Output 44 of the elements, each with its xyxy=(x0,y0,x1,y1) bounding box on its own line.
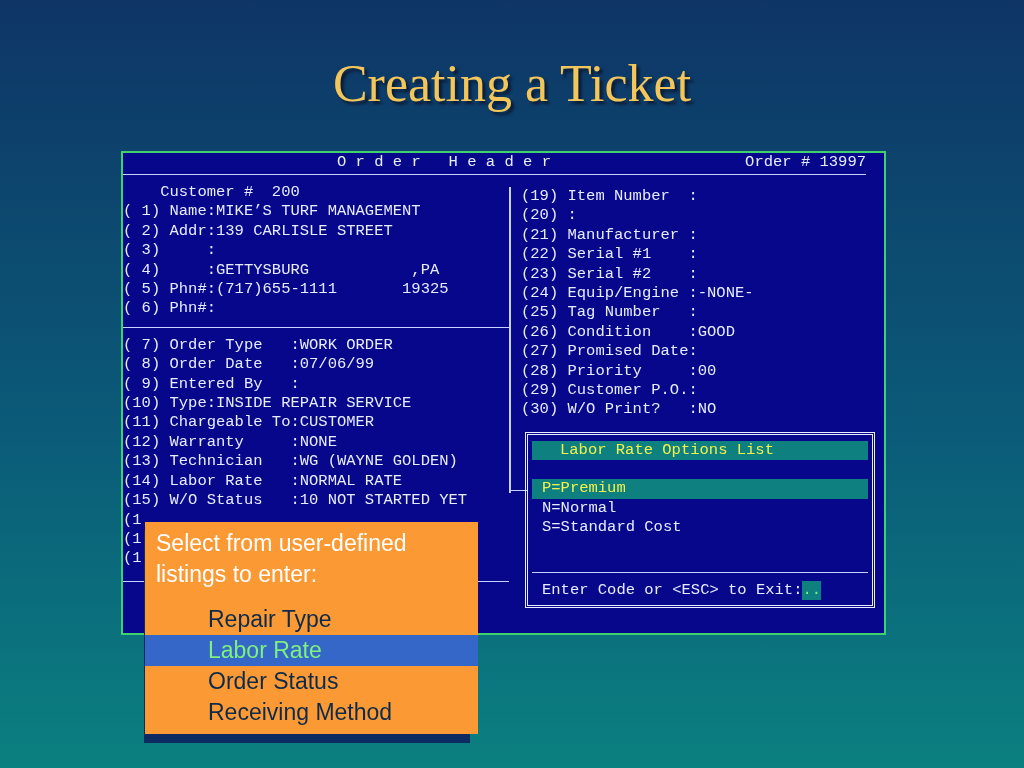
field-line: (22) Serial #1 : xyxy=(521,245,698,265)
field-line: (25) Tag Number : xyxy=(521,303,698,323)
field-line: (30) W/O Print? :NO xyxy=(521,400,717,420)
field-line: (14) Labor Rate :NORMAL RATE xyxy=(123,471,403,492)
field-line: (13) Technician :WG (WAYNE GOLDEN) xyxy=(123,452,458,472)
field-line: (26) Condition :GOOD xyxy=(521,322,735,343)
listing-item: Labor Rate xyxy=(145,635,478,666)
prompt-text: Enter Code or <ESC> to Exit: xyxy=(542,580,803,601)
field-line: (27) Promised Date: xyxy=(521,342,698,362)
field-line: ( 7) Order Type :WORK ORDER xyxy=(123,335,393,356)
option-item[interactable]: P=Premium xyxy=(532,479,868,499)
field-line: (19) Item Number : xyxy=(521,187,698,207)
field-line: (1 xyxy=(123,529,142,550)
field-line: ( 6) Phn#: xyxy=(123,299,216,319)
popup-title: Labor Rate Options List xyxy=(532,441,868,461)
field-line: ( 1) Name:MIKE’S TURF MANAGEMENT xyxy=(123,202,421,222)
field-line: (29) Customer P.O.: xyxy=(521,381,698,401)
screen-title: O r d e r H e a d e r xyxy=(337,153,551,173)
order-number: Order # 13997 xyxy=(745,153,866,173)
field-line: ( 3) : xyxy=(123,241,216,261)
callout-text: Select from user-defined listings to enter: xyxy=(155,529,408,589)
field-line: (21) Manufacturer : xyxy=(521,225,698,246)
field-line: ( 8) Order Date :07/06/99 xyxy=(123,355,375,375)
field-line: (12) Warranty :NONE xyxy=(123,432,337,453)
field-line: (15) W/O Status :10 NOT STARTED YET xyxy=(123,491,468,511)
field-line: ( 5) Phn#:(717)655-1111 19325 xyxy=(123,280,449,300)
field-line: ( 2) Addr:139 CARLISLE STREET xyxy=(123,221,393,242)
listing-item: Order Status xyxy=(207,667,340,696)
option-item[interactable]: S=Standard Cost xyxy=(532,518,868,538)
field-line: Customer # 200 xyxy=(159,183,300,203)
field-line: (1 xyxy=(123,549,142,569)
field-line: (1 xyxy=(123,510,142,530)
field-line: (11) Chargeable To:CUSTOMER xyxy=(123,413,375,433)
field-line: (10) Type:INSIDE REPAIR SERVICE xyxy=(123,394,412,414)
field-line: (28) Priority :00 xyxy=(521,361,717,382)
listing-item: Receiving Method xyxy=(207,698,394,727)
field-line: ( 9) Entered By : xyxy=(123,374,300,395)
field-line: ( 4) :GETTYSBURG ,PA xyxy=(123,260,440,281)
field-line: (23) Serial #2 : xyxy=(521,264,698,285)
slide-title: Creating a Ticket xyxy=(331,54,693,110)
field-line: (24) Equip/Engine :-NONE- xyxy=(521,284,754,304)
listing-item: Repair Type xyxy=(207,605,333,634)
field-line: (20) : xyxy=(521,206,577,226)
option-item[interactable]: N=Normal xyxy=(532,498,868,519)
